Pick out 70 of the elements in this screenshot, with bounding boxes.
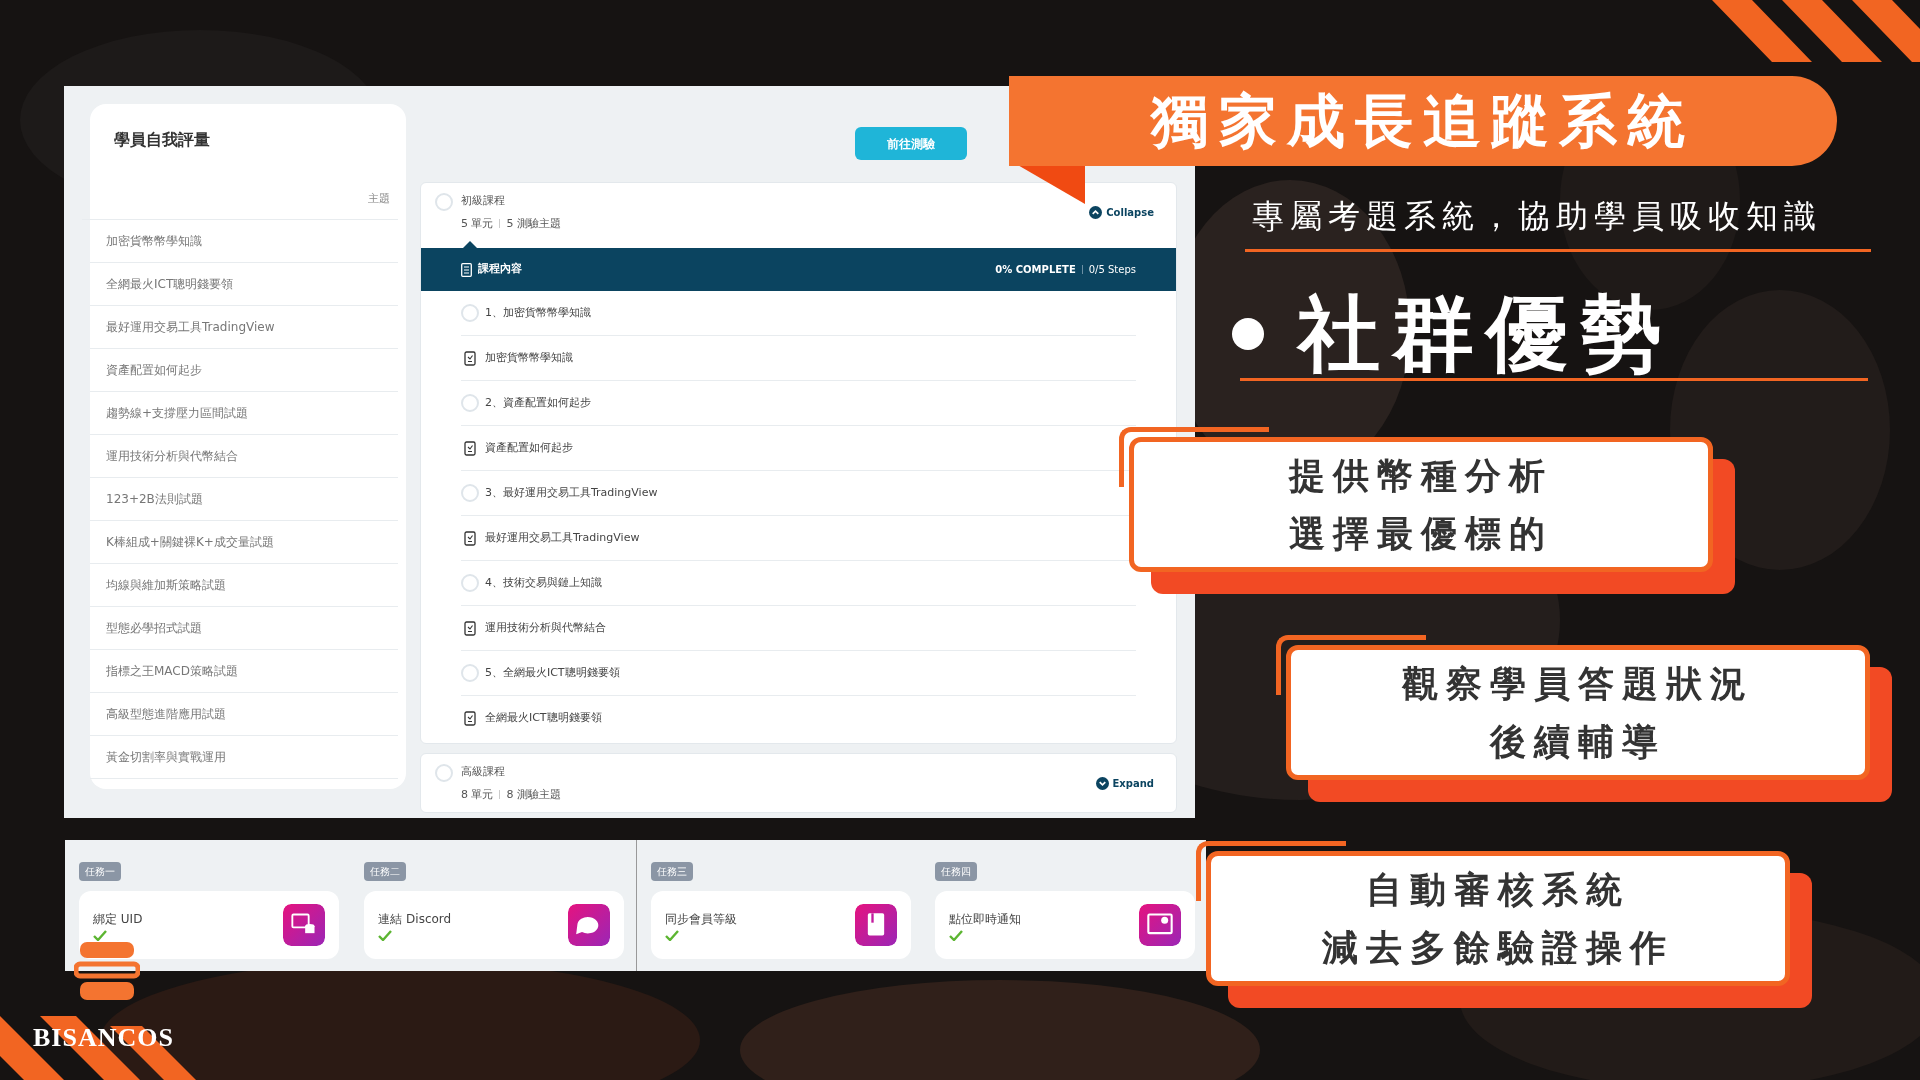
topic-item[interactable]: 運用技術分析與代幣結合 [90,435,398,478]
lesson-row[interactable]: 資產配置如何起步 [460,439,573,457]
feature-text: 減去多餘驗證操作 [1322,925,1674,970]
task-card[interactable]: 連結 Discord [364,891,625,959]
quiz-icon [463,530,476,546]
document-icon [460,262,472,277]
topic-item[interactable]: 資產配置如何起步 [90,349,398,392]
task-card[interactable]: 綁定 UID [79,891,339,959]
topic-item[interactable]: 型態必學招式試題 [90,607,398,650]
quiz-icon [463,440,476,456]
lesson-row[interactable]: 3、最好運用交易工具TradingView [460,484,658,502]
chevron-up-icon [1089,206,1103,219]
unit-count: 8 單元 [460,786,494,803]
lesson-row[interactable]: 1、加密貨幣幣學知識 [460,304,591,322]
quiz-count: 5 測驗主題 [506,215,561,232]
task-card[interactable]: 點位即時通知 [934,891,1195,959]
lesson-row[interactable]: 5、全網最火ICT聰明錢要領 [460,664,620,682]
topic-item[interactable]: K棒組成+關鍵裸K+成交量試題 [90,521,398,564]
course-title: 初級課程 [460,193,506,209]
feature-text: 後續輔導 [1490,719,1666,764]
lesson-row[interactable]: 加密貨幣幣學知識 [460,349,573,367]
topic-item[interactable]: 加密貨幣幣學知識 [90,220,398,263]
topic-item[interactable]: 趨勢線+支撐壓力區間試題 [90,392,398,435]
quiz-count: 8 測驗主題 [506,786,561,803]
quiz-icon [463,711,476,726]
task-icon [854,904,897,946]
task-label: 點位即時通知 [948,910,1021,928]
task-tag: 任務四 [934,862,977,881]
topic-item[interactable]: 黃金切割率與實戰運用 [90,736,398,779]
title-banner: 獨家成長追蹤系統 [1009,76,1837,166]
unit-count: 5 單元 [460,215,494,232]
collapse-button[interactable]: Collapse [1089,205,1154,220]
lesson-row[interactable]: 4、技術交易與鏈上知識 [460,574,602,592]
topic-item[interactable]: 123+2B法則試題 [90,478,398,521]
task-label: 綁定 UID [93,910,143,928]
task-label: 同步會員等級 [664,910,737,928]
task-icon [568,904,611,946]
section-heading: 社群優勢 [1298,285,1674,383]
chevron-down-icon [1095,777,1109,790]
lesson-row[interactable]: 最好運用交易工具TradingView [460,529,640,547]
task-icon [1138,904,1181,946]
task-label: 連結 Discord [378,910,452,928]
feature-text: 自動審核系統 [1366,867,1630,912]
lesson-row[interactable]: 2、資產配置如何起步 [460,394,591,412]
task-tag: 任務二 [364,862,407,881]
brand-name: BISANCOS [33,1022,174,1054]
feature-text: 觀察學員答題狀況 [1402,661,1754,706]
lesson-row[interactable]: 全網最火ICT聰明錢要領 [460,710,602,727]
expand-button[interactable]: Expand [1095,776,1154,791]
progress-text: 0% COMPLETE [995,263,1076,277]
task-icon [283,904,325,946]
lesson-row[interactable]: 運用技術分析與代幣結合 [460,619,606,637]
topic-item[interactable]: 全網最火ICT聰明錢要領 [90,263,398,306]
task-tag: 任務一 [79,862,121,881]
task-tag: 任務三 [650,862,693,881]
topic-item[interactable]: 均線與維加斯策略試題 [90,564,398,607]
quiz-icon [463,620,476,636]
course-title: 高級課程 [460,764,506,780]
content-title: 課程內容 [477,261,522,278]
task-card[interactable]: 同步會員等級 [650,891,911,959]
card-title: 學員自我評量 [113,129,211,151]
feature-text: 選擇最優標的 [1289,511,1553,556]
topic-item[interactable]: 高級型態進階應用試題 [90,693,398,736]
quiz-icon [463,350,476,366]
topic-item[interactable]: 最好運用交易工具TradingView [90,306,398,349]
topic-item[interactable]: 指標之王MACD策略試題 [90,650,398,693]
steps-text: 0/5 Steps [1088,263,1136,277]
subtitle: 專屬考題系統，協助學員吸收知識 [1252,196,1822,237]
feature-text: 提供幣種分析 [1289,453,1553,498]
column-header: 主題 [82,180,398,220]
